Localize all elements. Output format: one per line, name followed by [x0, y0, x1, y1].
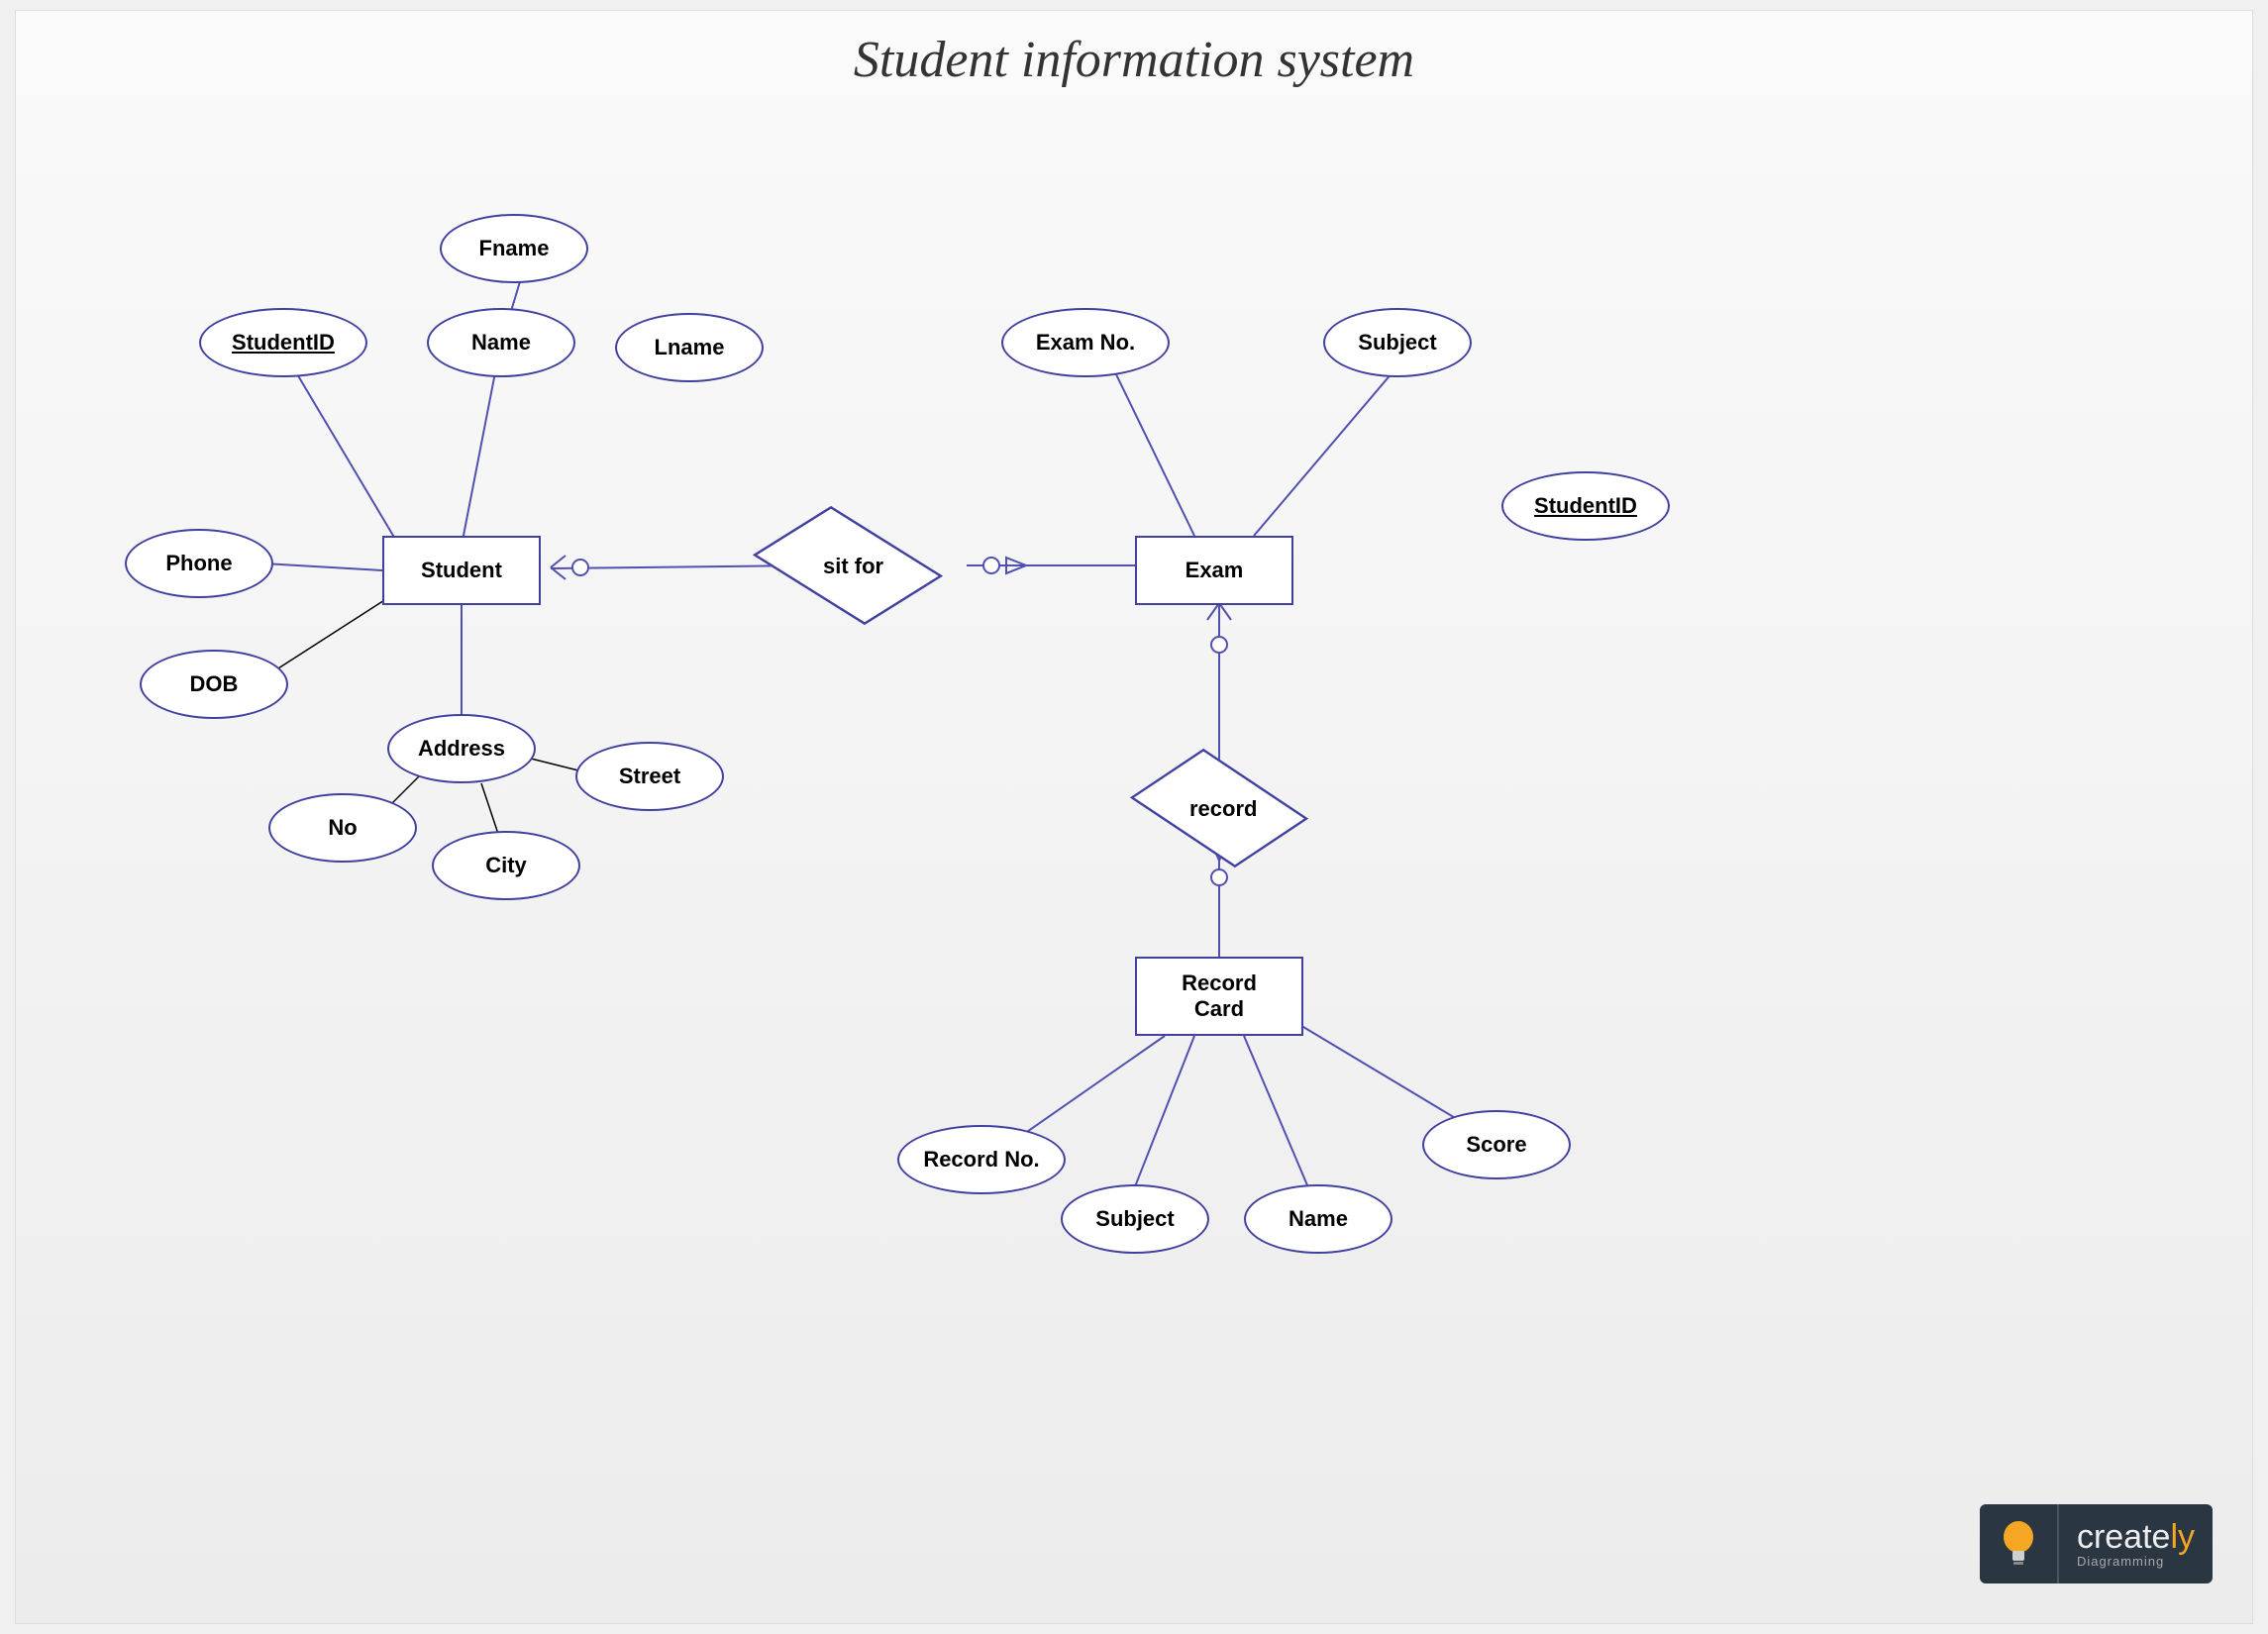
entity-exam[interactable]: Exam [1135, 536, 1293, 605]
bulb-icon [1980, 1504, 2059, 1583]
attr-name[interactable]: Name [427, 308, 575, 377]
relationship-sitfor-label: sit for [823, 554, 883, 579]
attr-phone[interactable]: Phone [125, 529, 273, 598]
attr-address[interactable]: Address [387, 714, 536, 783]
attr-score[interactable]: Score [1422, 1110, 1571, 1179]
attr-examno[interactable]: Exam No. [1001, 308, 1170, 377]
diagram-canvas: Student information system [15, 10, 2253, 1624]
attr-dob[interactable]: DOB [140, 650, 288, 719]
logo-text: creately Diagramming [2059, 1520, 2213, 1569]
attr-studentid[interactable]: StudentID [199, 308, 367, 377]
attr-rc-name[interactable]: Name [1244, 1184, 1392, 1254]
entity-student[interactable]: Student [382, 536, 541, 605]
attr-street[interactable]: Street [575, 742, 724, 811]
attr-rc-subject[interactable]: Subject [1061, 1184, 1209, 1254]
relationship-record-label: record [1189, 796, 1257, 822]
attr-subject[interactable]: Subject [1323, 308, 1472, 377]
creately-logo[interactable]: creately Diagramming [1980, 1504, 2213, 1583]
attr-studentid2[interactable]: StudentID [1501, 471, 1670, 541]
entity-recordcard[interactable]: Record Card [1135, 957, 1303, 1036]
attr-no[interactable]: No [268, 793, 417, 863]
attr-city[interactable]: City [432, 831, 580, 900]
attr-fname[interactable]: Fname [440, 214, 588, 283]
attr-recordno[interactable]: Record No. [897, 1125, 1066, 1194]
diagram-title: Student information system [854, 31, 1414, 89]
attr-lname[interactable]: Lname [615, 313, 764, 382]
